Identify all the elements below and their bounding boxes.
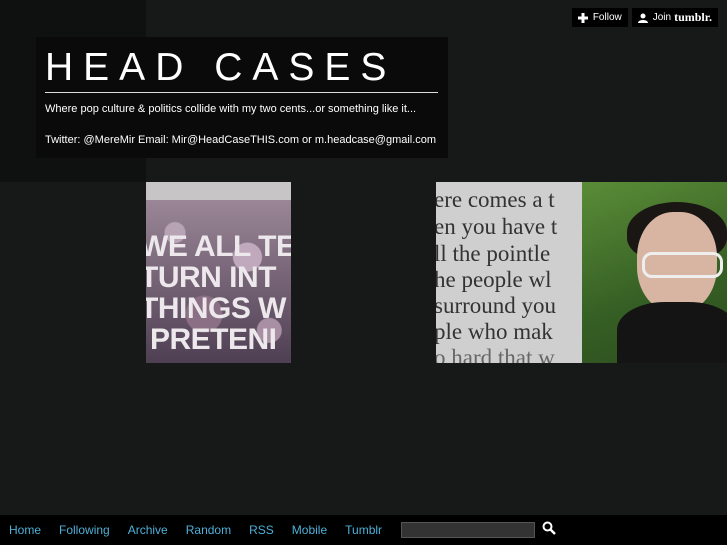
join-tumblr-button[interactable]: Join tumblr. xyxy=(631,8,718,27)
post-thumbnail-quote[interactable]: WE ALL TE TURN INT THINGS W PRETENI xyxy=(146,182,291,363)
blog-description: Where pop culture & politics collide wit… xyxy=(45,103,417,115)
text-line: surround you xyxy=(436,293,557,318)
join-label: Join xyxy=(652,12,672,23)
tumblr-logo: tumblr. xyxy=(674,10,712,24)
blog-title[interactable]: HEAD CASES xyxy=(45,47,396,89)
nav-mobile[interactable]: Mobile xyxy=(292,523,327,537)
title-divider xyxy=(45,92,438,93)
nav-archive[interactable]: Archive xyxy=(128,523,168,537)
post-thumbnail-text[interactable]: ere comes a t en you have t ll the point… xyxy=(436,182,582,363)
follow-label: Follow xyxy=(592,12,622,23)
user-icon xyxy=(637,13,648,23)
quote-line: TURN INT xyxy=(146,261,276,294)
glasses-shape xyxy=(642,252,723,278)
tumblr-controls: Follow Join tumblr. xyxy=(571,8,718,27)
follow-button[interactable]: Follow xyxy=(571,8,628,27)
quote-line: THINGS W xyxy=(146,292,287,325)
text-line: o hard that w xyxy=(436,345,555,363)
text-line: en you have t xyxy=(436,214,558,239)
blog-header: HEAD CASES Where pop culture & politics … xyxy=(36,37,448,158)
text-line: he people wl xyxy=(436,267,552,292)
search-input[interactable] xyxy=(401,522,536,538)
body-shape xyxy=(617,302,727,363)
text-line: ll the pointle xyxy=(436,241,551,266)
nav-home[interactable]: Home xyxy=(9,523,41,537)
post-thumbnail-photo[interactable] xyxy=(582,182,727,363)
nav-following[interactable]: Following xyxy=(59,523,110,537)
text-line: ere comes a t xyxy=(436,187,555,212)
quote-line: PRETENI xyxy=(150,323,277,356)
text-line: ple who mak xyxy=(436,319,553,344)
nav-random[interactable]: Random xyxy=(186,523,231,537)
blog-contact: Twitter: @MereMir Email: Mir@HeadCaseTHI… xyxy=(45,134,437,146)
quote-line: WE ALL TE xyxy=(146,230,291,263)
bottom-navigation: Home Following Archive Random RSS Mobile… xyxy=(0,515,727,545)
plus-icon xyxy=(577,12,588,23)
search-icon[interactable] xyxy=(542,521,556,540)
nav-tumblr[interactable]: Tumblr xyxy=(345,523,382,537)
nav-rss[interactable]: RSS xyxy=(249,523,274,537)
